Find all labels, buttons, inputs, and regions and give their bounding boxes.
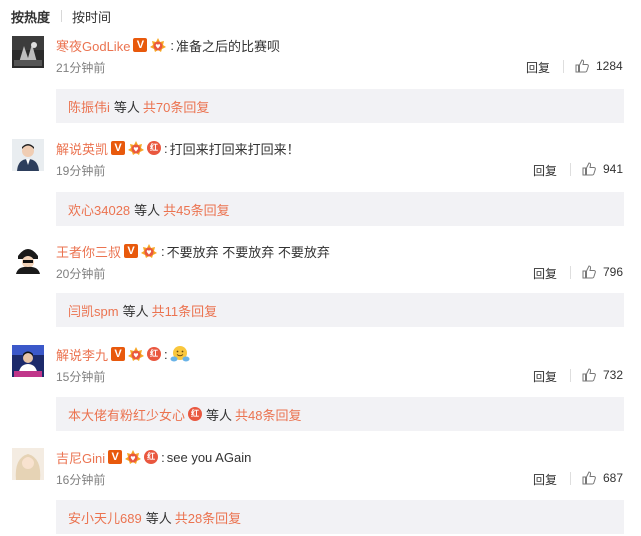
sort-divider xyxy=(61,10,63,22)
thumbs-up-icon[interactable] xyxy=(574,58,590,74)
svg-text:♥: ♥ xyxy=(146,250,151,257)
sort-by-hot-tab[interactable]: 按热度 xyxy=(11,7,50,26)
reply-others-label: 等人 xyxy=(145,510,172,526)
comment-header: 解说李九 V ♥ 红 : xyxy=(56,345,190,363)
fan-medal-icon: ♥ xyxy=(128,141,145,155)
red-badge-icon: 红 xyxy=(147,347,162,361)
comment-header: 王者你三叔 V ♥ : 不要放弃 不要放弃 不要放弃 xyxy=(56,242,330,261)
red-badge-icon: 红 xyxy=(147,141,162,155)
username[interactable]: 解说英凯 xyxy=(56,139,108,158)
thumbs-up-icon[interactable] xyxy=(581,367,597,383)
comment-header: 解说英凯 V ♥ 红 : 打回来打回来打回来！ xyxy=(56,139,300,158)
like-count: 1284 xyxy=(596,59,623,73)
comment-section: 按热度 按时间 寒夜GodLike V ♥ : 准备之后的比赛呗 21分钟前 回… xyxy=(0,0,641,536)
avatar[interactable] xyxy=(12,36,44,68)
reply-username[interactable]: 欢心34028 xyxy=(68,200,130,219)
comment-header: 吉尼Gini V ♥ 红 : see you AGain xyxy=(56,448,252,467)
comment-time: 16分钟前 xyxy=(56,473,106,487)
comment-time: 19分钟前 xyxy=(56,164,106,178)
reply-summary[interactable]: 本大佬有粉红少女心 红 等人 共48条回复 xyxy=(56,397,624,431)
fan-medal-icon: ♥ xyxy=(150,38,167,52)
comment-text: see you AGain xyxy=(166,449,252,465)
comment-text: 准备之后的比赛呗 xyxy=(176,38,281,54)
like-count: 732 xyxy=(603,368,624,382)
comment-time: 21分钟前 xyxy=(56,61,106,75)
divider xyxy=(570,472,571,485)
username[interactable]: 王者你三叔 xyxy=(56,242,121,261)
reply-count-link[interactable]: 共11条回复 xyxy=(152,301,218,320)
svg-text:♥: ♥ xyxy=(130,456,135,463)
reply-button[interactable]: 回复 xyxy=(533,265,557,282)
avatar[interactable] xyxy=(12,345,44,377)
thumbs-up-icon[interactable] xyxy=(581,470,597,486)
svg-text:♥: ♥ xyxy=(133,353,138,360)
vip-badge-icon: V xyxy=(111,141,126,155)
avatar[interactable] xyxy=(12,448,44,480)
comment-text: 打回来打回来打回来！ xyxy=(169,141,300,157)
username[interactable]: 寒夜GodLike xyxy=(56,36,130,55)
sort-bar: 按热度 按时间 xyxy=(11,5,111,27)
fan-medal-icon: ♥ xyxy=(128,347,145,361)
username[interactable]: 吉尼Gini xyxy=(56,448,105,467)
reply-count-link[interactable]: 共45条回复 xyxy=(163,200,229,219)
thumbs-up-icon[interactable] xyxy=(581,161,597,177)
divider xyxy=(570,163,571,176)
reply-summary[interactable]: 陈振伟i 等人 共70条回复 xyxy=(56,89,624,123)
red-badge-icon: 红 xyxy=(188,407,203,421)
sort-by-time-tab[interactable]: 按时间 xyxy=(72,7,111,26)
reply-username[interactable]: 陈振伟i xyxy=(68,97,110,116)
reply-summary[interactable]: 闫凯spm 等人 共11条回复 xyxy=(56,293,624,327)
like-count: 941 xyxy=(603,162,624,176)
comment-header: 寒夜GodLike V ♥ : 准备之后的比赛呗 xyxy=(56,36,281,55)
divider xyxy=(563,60,564,73)
fan-medal-icon: ♥ xyxy=(141,244,158,258)
vip-badge-icon: V xyxy=(133,38,148,52)
reply-summary[interactable]: 安小天儿689 等人 共28条回复 xyxy=(56,500,624,534)
reply-others-label: 等人 xyxy=(134,202,161,218)
reply-button[interactable]: 回复 xyxy=(526,59,550,76)
comment-time: 15分钟前 xyxy=(56,370,106,384)
reply-button[interactable]: 回复 xyxy=(533,162,557,179)
reply-button[interactable]: 回复 xyxy=(533,471,557,488)
avatar[interactable] xyxy=(12,242,44,274)
reply-others-label: 等人 xyxy=(206,407,233,423)
reply-button[interactable]: 回复 xyxy=(533,368,557,385)
reply-count-link[interactable]: 共28条回复 xyxy=(175,508,241,527)
avatar[interactable] xyxy=(12,139,44,171)
vip-badge-icon: V xyxy=(108,450,123,464)
hug-emoji-icon xyxy=(170,346,190,362)
reply-others-label: 等人 xyxy=(113,99,140,115)
vip-badge-icon: V xyxy=(111,347,126,361)
comment-time: 20分钟前 xyxy=(56,267,106,281)
reply-username[interactable]: 本大佬有粉红少女心 xyxy=(68,405,185,424)
thumbs-up-icon[interactable] xyxy=(581,264,597,280)
reply-others-label: 等人 xyxy=(122,303,149,319)
reply-username[interactable]: 安小天儿689 xyxy=(68,508,142,527)
reply-count-link[interactable]: 共70条回复 xyxy=(143,97,209,116)
divider xyxy=(570,266,571,279)
divider xyxy=(570,369,571,382)
username[interactable]: 解说李九 xyxy=(56,345,108,364)
like-count: 796 xyxy=(603,265,624,279)
comment-text: 不要放弃 不要放弃 不要放弃 xyxy=(166,244,330,260)
svg-text:♥: ♥ xyxy=(133,147,138,154)
red-badge-icon: 红 xyxy=(144,450,159,464)
like-count: 687 xyxy=(603,471,624,485)
reply-summary[interactable]: 欢心34028 等人 共45条回复 xyxy=(56,192,624,226)
svg-text:♥: ♥ xyxy=(156,44,161,51)
reply-count-link[interactable]: 共48条回复 xyxy=(235,405,301,424)
fan-medal-icon: ♥ xyxy=(125,450,142,464)
vip-badge-icon: V xyxy=(124,244,139,258)
reply-username[interactable]: 闫凯spm xyxy=(68,301,119,320)
